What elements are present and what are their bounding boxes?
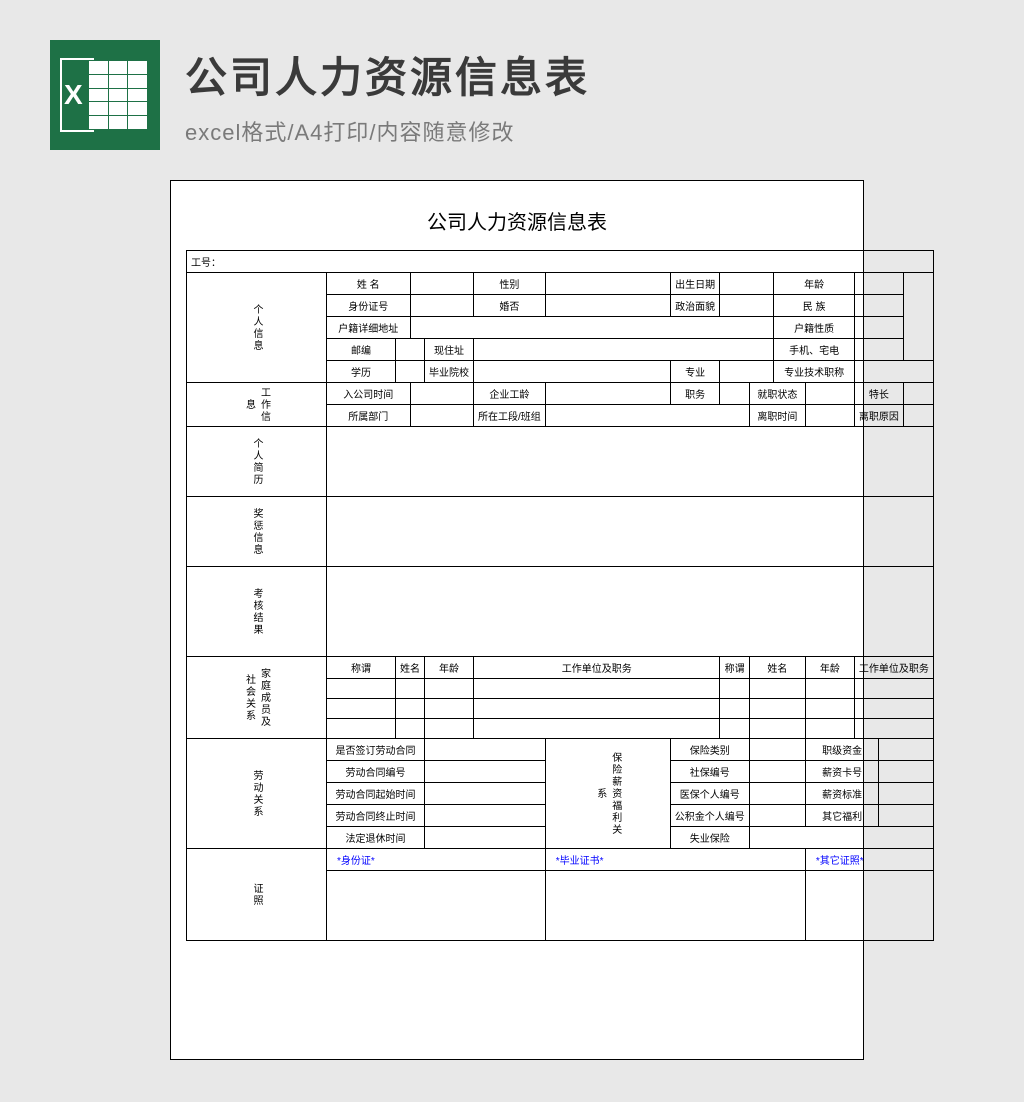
label-school: 毕业院校	[425, 361, 474, 383]
photo-box	[903, 273, 933, 361]
label-unemp-ins: 失业保险	[670, 827, 749, 849]
label-other-benefit: 其它福利	[805, 805, 879, 827]
emp-id-label: 工号：	[187, 251, 934, 273]
excel-icon: X	[50, 40, 160, 150]
label-fam-age2: 年龄	[805, 657, 854, 679]
label-ins-type: 保险类别	[670, 739, 749, 761]
label-salary-card: 薪资卡号	[805, 761, 879, 783]
section-work: 工作信息	[187, 383, 327, 427]
label-ethnicity: 民 族	[774, 295, 855, 317]
label-base-salary: 职级资金	[805, 739, 879, 761]
label-address: 现住址	[425, 339, 474, 361]
label-major: 专业	[670, 361, 720, 383]
label-contract-no: 劳动合同编号	[327, 761, 425, 783]
page-subtitle: excel格式/A4打印/内容随意修改	[185, 115, 590, 147]
label-company-age: 企业工龄	[474, 383, 546, 405]
label-name: 姓 名	[327, 273, 411, 295]
page-header: X 公司人力资源信息表 excel格式/A4打印/内容随意修改	[0, 0, 1024, 180]
label-relation: 称谓	[327, 657, 396, 679]
label-leave-date: 离职时间	[749, 405, 805, 427]
label-idcard: 身份证号	[327, 295, 411, 317]
label-med-ins-no: 医保个人编号	[670, 783, 749, 805]
label-birth: 出生日期	[670, 273, 720, 295]
hr-form-table: 工号： 个人信息 姓 名 性别 出生日期 年龄 身份证号 婚否 政治面貌 民 族…	[186, 250, 934, 941]
label-soc-ins-no: 社保编号	[670, 761, 749, 783]
label-doc-cert: *其它证照*	[805, 849, 933, 871]
label-doc-edu: *毕业证书*	[545, 849, 805, 871]
label-contract-start: 劳动合同起始时间	[327, 783, 425, 805]
section-cert: 证照	[187, 849, 327, 941]
label-contract-signed: 是否签订劳动合同	[327, 739, 425, 761]
label-join-date: 入公司时间	[327, 383, 411, 405]
label-postcode: 邮编	[327, 339, 396, 361]
label-gender: 性别	[474, 273, 546, 295]
label-workgroup: 所在工段/班组	[474, 405, 546, 427]
label-education: 学历	[327, 361, 396, 383]
label-position: 职务	[670, 383, 720, 405]
label-fam-name2: 姓名	[749, 657, 805, 679]
label-hukou-addr: 户籍详细地址	[327, 317, 411, 339]
label-retire-date: 法定退休时间	[327, 827, 425, 849]
label-status: 就职状态	[749, 383, 805, 405]
section-resume: 个人简历	[187, 427, 327, 497]
label-fund-no: 公积金个人编号	[670, 805, 749, 827]
label-salary-standard: 薪资标准	[805, 783, 879, 805]
section-family: 家庭成员及社会关系	[187, 657, 327, 739]
label-specialty: 特长	[854, 383, 903, 405]
label-dept: 所属部门	[327, 405, 411, 427]
page-title: 公司人力资源信息表	[185, 44, 590, 105]
form-title: 公司人力资源信息表	[186, 196, 848, 250]
section-review: 考核结果	[187, 567, 327, 657]
label-relation2: 称谓	[720, 657, 749, 679]
section-labor: 劳动关系	[187, 739, 327, 849]
label-marital: 婚否	[474, 295, 546, 317]
section-personal: 个人信息	[187, 273, 327, 383]
label-contract-end: 劳动合同终止时间	[327, 805, 425, 827]
label-political: 政治面貌	[670, 295, 720, 317]
label-fam-work: 工作单位及职务	[474, 657, 720, 679]
label-age: 年龄	[774, 273, 855, 295]
label-doc-id: *身份证*	[327, 849, 546, 871]
label-mobile: 手机、宅电	[774, 339, 855, 361]
section-insurance: 保险薪资福利关系	[545, 739, 670, 849]
label-tech-title: 专业技术职称	[774, 361, 855, 383]
section-award: 奖惩信息	[187, 497, 327, 567]
label-fam-work2: 工作单位及职务	[854, 657, 933, 679]
label-leave-reason: 离职原因	[854, 405, 903, 427]
form-document: 公司人力资源信息表 工号： 个人信息 姓 名 性别 出生日期 年龄 身份证号 婚…	[170, 180, 864, 1060]
label-fam-name: 姓名	[396, 657, 425, 679]
label-hukou-type: 户籍性质	[774, 317, 855, 339]
label-fam-age: 年龄	[425, 657, 474, 679]
